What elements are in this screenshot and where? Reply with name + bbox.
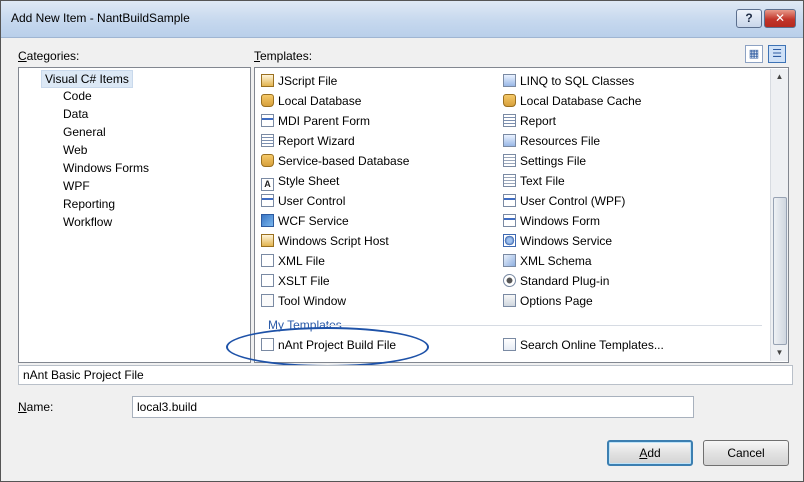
report-icon bbox=[503, 114, 516, 127]
name-input[interactable]: local3.build bbox=[132, 396, 694, 418]
add-new-item-dialog: Add New Item - NantBuildSample ? ✕ Categ… bbox=[0, 0, 804, 482]
template-windows-script-host[interactable]: Windows Script Host bbox=[261, 232, 389, 250]
template-standard-plug-in[interactable]: Standard Plug-in bbox=[503, 272, 609, 290]
categories-label: Categories: bbox=[18, 49, 80, 63]
xml-file-icon bbox=[261, 254, 274, 267]
category-code[interactable]: Code bbox=[60, 87, 95, 105]
template-local-database[interactable]: Local Database bbox=[261, 92, 361, 110]
large-icons-view-button[interactable]: ▦ bbox=[745, 45, 763, 63]
template-options-page[interactable]: Options Page bbox=[503, 292, 593, 310]
settings-icon bbox=[503, 154, 516, 167]
template-mdi-parent-form[interactable]: MDI Parent Form bbox=[261, 112, 370, 130]
add-button[interactable]: Add bbox=[607, 440, 693, 466]
template-windows-service[interactable]: Windows Service bbox=[503, 232, 612, 250]
search-online-icon bbox=[503, 338, 516, 351]
template-user-control[interactable]: User Control bbox=[261, 192, 345, 210]
template-linq-to-sql-classes[interactable]: LINQ to SQL Classes bbox=[503, 72, 634, 90]
form-icon bbox=[261, 114, 274, 127]
database-cache-icon bbox=[503, 94, 516, 107]
name-label: Name: bbox=[18, 400, 54, 414]
scroll-up-icon[interactable]: ▲ bbox=[772, 69, 787, 84]
script-host-icon bbox=[261, 234, 274, 247]
resources-icon bbox=[503, 134, 516, 147]
scrollbar-thumb[interactable] bbox=[773, 197, 787, 345]
category-windows-forms[interactable]: Windows Forms bbox=[60, 159, 152, 177]
windows-service-icon bbox=[503, 234, 516, 247]
title-bar: Add New Item - NantBuildSample ? ✕ bbox=[1, 1, 803, 38]
template-service-based-database[interactable]: Service-based Database bbox=[261, 152, 409, 170]
template-style-sheet[interactable]: A Style Sheet bbox=[261, 172, 339, 191]
template-jscript-file[interactable]: JScript File bbox=[261, 72, 337, 90]
category-general[interactable]: General bbox=[60, 123, 109, 141]
template-xslt-file[interactable]: XSLT File bbox=[261, 272, 330, 290]
template-report[interactable]: Report bbox=[503, 112, 556, 130]
template-text-file[interactable]: Text File bbox=[503, 172, 565, 190]
template-resources-file[interactable]: Resources File bbox=[503, 132, 600, 150]
windows-form-icon bbox=[503, 214, 516, 227]
build-file-icon bbox=[261, 338, 274, 351]
categories-tree[interactable]: Visual C# Items Code Data General Web Wi… bbox=[18, 67, 251, 363]
list-view-icon: ☰ bbox=[772, 48, 782, 60]
help-button[interactable]: ? bbox=[736, 9, 762, 28]
report-wizard-icon bbox=[261, 134, 274, 147]
close-button[interactable]: ✕ bbox=[764, 9, 796, 28]
template-wcf-service[interactable]: WCF Service bbox=[261, 212, 349, 230]
window-title: Add New Item - NantBuildSample bbox=[11, 11, 190, 25]
template-settings-file[interactable]: Settings File bbox=[503, 152, 586, 170]
xslt-file-icon bbox=[261, 274, 274, 287]
category-workflow[interactable]: Workflow bbox=[60, 213, 115, 231]
my-templates-divider bbox=[325, 325, 762, 326]
small-icons-view-button[interactable]: ☰ bbox=[768, 45, 786, 63]
xml-schema-icon bbox=[503, 254, 516, 267]
category-wpf[interactable]: WPF bbox=[60, 177, 93, 195]
template-local-database-cache[interactable]: Local Database Cache bbox=[503, 92, 641, 110]
category-web[interactable]: Web bbox=[60, 141, 90, 159]
user-control-icon bbox=[261, 194, 274, 207]
user-control-wpf-icon bbox=[503, 194, 516, 207]
templates-list[interactable]: JScript File Local Database MDI Parent F… bbox=[254, 67, 789, 363]
category-data[interactable]: Data bbox=[60, 105, 91, 123]
script-icon bbox=[261, 74, 274, 87]
template-user-control-wpf[interactable]: User Control (WPF) bbox=[503, 192, 625, 210]
category-visual-csharp-items[interactable]: Visual C# Items bbox=[41, 70, 133, 88]
linq-icon bbox=[503, 74, 516, 87]
plugin-icon bbox=[503, 274, 516, 287]
template-nant-project-build-file[interactable]: nAnt Project Build File bbox=[261, 336, 396, 354]
text-file-icon bbox=[503, 174, 516, 187]
tool-window-icon bbox=[261, 294, 274, 307]
search-online-templates[interactable]: Search Online Templates... bbox=[503, 336, 664, 354]
templates-label: Templates: bbox=[254, 49, 313, 63]
wcf-service-icon bbox=[261, 214, 274, 227]
template-description: nAnt Basic Project File bbox=[18, 365, 793, 385]
template-xml-file[interactable]: XML File bbox=[261, 252, 325, 270]
template-xml-schema[interactable]: XML Schema bbox=[503, 252, 592, 270]
category-reporting[interactable]: Reporting bbox=[60, 195, 118, 213]
template-windows-form[interactable]: Windows Form bbox=[503, 212, 600, 230]
options-page-icon bbox=[503, 294, 516, 307]
large-icons-icon: ▦ bbox=[748, 48, 760, 60]
database-icon bbox=[261, 154, 274, 167]
template-tool-window[interactable]: Tool Window bbox=[261, 292, 346, 310]
stylesheet-icon: A bbox=[261, 178, 274, 191]
cancel-button[interactable]: Cancel bbox=[703, 440, 789, 466]
database-icon bbox=[261, 94, 274, 107]
template-report-wizard[interactable]: Report Wizard bbox=[261, 132, 355, 150]
scroll-down-icon[interactable]: ▼ bbox=[772, 345, 787, 360]
templates-scrollbar[interactable]: ▲ ▼ bbox=[770, 69, 788, 361]
